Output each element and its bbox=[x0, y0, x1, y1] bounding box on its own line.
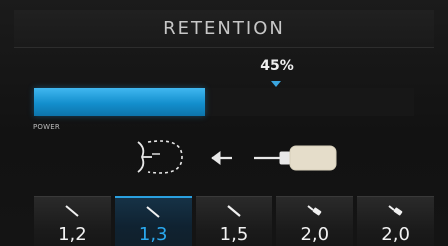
wide-tip-icon bbox=[307, 205, 322, 216]
power-label: POWER bbox=[33, 123, 60, 131]
wide-tip-icon bbox=[388, 205, 403, 216]
power-percent-label: 45% bbox=[260, 58, 294, 74]
tip-option-label: 1,2 bbox=[58, 224, 87, 245]
thin-tip-icon bbox=[65, 205, 79, 217]
power-marker-icon bbox=[271, 81, 281, 87]
retention-diagram bbox=[128, 130, 348, 186]
screen-header: RETENTION bbox=[14, 10, 434, 48]
tip-option-label: 2,0 bbox=[300, 224, 330, 245]
tip-option-2-0-a[interactable]: 2,0 bbox=[276, 196, 354, 246]
tip-option-2-0-b[interactable]: 2,0 bbox=[357, 196, 434, 246]
tip-option-1-3[interactable]: 1,3 bbox=[114, 196, 192, 246]
retention-screen: RETENTION 45% POWER 1,2 1,3 1,5 2,0 2,0 bbox=[0, 0, 448, 246]
retention-diagram-icon bbox=[137, 140, 337, 174]
tip-option-label: 1,5 bbox=[219, 224, 249, 245]
tip-option-label: 1,3 bbox=[138, 224, 168, 245]
thin-tip-icon bbox=[226, 205, 241, 217]
power-fill bbox=[34, 88, 205, 116]
tip-option-label: 2,0 bbox=[381, 224, 410, 245]
thin-tip-icon bbox=[146, 206, 160, 218]
page-title: RETENTION bbox=[163, 18, 285, 39]
tip-option-1-2[interactable]: 1,2 bbox=[34, 196, 111, 246]
tip-selector: 1,2 1,3 1,5 2,0 2,0 bbox=[34, 196, 434, 246]
tip-option-1-5[interactable]: 1,5 bbox=[195, 196, 273, 246]
power-slider[interactable] bbox=[34, 88, 414, 116]
